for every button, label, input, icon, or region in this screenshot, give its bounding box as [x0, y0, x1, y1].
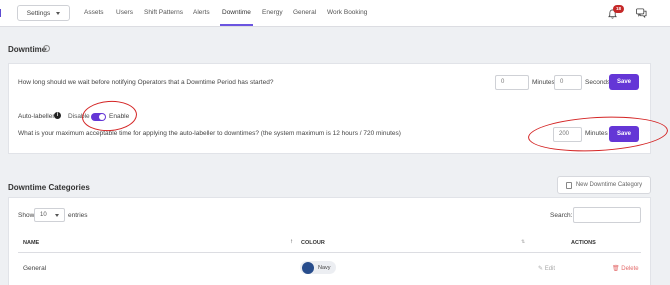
trash-icon: 🗑: [612, 266, 620, 272]
colour-name: Navy: [318, 265, 331, 271]
column-header-name[interactable]: NAME: [23, 240, 39, 246]
show-label: Show: [18, 212, 35, 219]
search-label: Search:: [550, 212, 573, 219]
new-category-label: New Downtime Category: [575, 182, 643, 188]
delete-label: Delete: [621, 266, 639, 272]
tab-general[interactable]: General: [291, 0, 318, 26]
search-input[interactable]: [573, 207, 641, 223]
tab-assets[interactable]: Assets: [82, 0, 106, 26]
notify-minutes-input[interactable]: 0: [495, 75, 529, 90]
info-icon[interactable]: i: [43, 45, 50, 52]
tab-work-booking[interactable]: Work Booking: [325, 0, 369, 26]
sort-ascending-icon[interactable]: ↑: [290, 239, 293, 245]
settings-dropdown[interactable]: Settings: [17, 5, 70, 21]
chevron-down-icon: [56, 11, 61, 15]
edit-label: Edit: [544, 266, 556, 272]
edit-link[interactable]: ✎ Edit: [538, 265, 555, 272]
chat-icon[interactable]: [636, 8, 647, 18]
notification-count-badge: 18: [613, 5, 624, 13]
tab-downtime[interactable]: Downtime: [220, 0, 253, 26]
delete-link[interactable]: 🗑 Delete: [612, 265, 639, 272]
auto-labeller-label: Auto-labeller: [18, 113, 55, 120]
notify-save-button[interactable]: Save: [609, 74, 639, 90]
tab-shift-patterns[interactable]: Shift Patterns: [142, 0, 185, 26]
table-header-divider: [18, 252, 641, 253]
max-time-question: What is your maximum acceptable time for…: [18, 130, 401, 137]
settings-dropdown-label: Settings: [26, 9, 51, 17]
page-size-value: 10: [40, 212, 47, 218]
new-category-button[interactable]: New Downtime Category: [557, 176, 651, 194]
auto-labeller-info-icon[interactable]: i: [54, 112, 61, 119]
tab-energy[interactable]: Energy: [260, 0, 285, 26]
column-header-colour[interactable]: COLOUR: [301, 240, 325, 246]
top-nav-bar: Settings Assets Users Shift Patterns Ale…: [0, 0, 670, 27]
notify-minutes-label: Minutes: [532, 79, 555, 86]
downtime-section-title: Downtime: [8, 45, 47, 54]
notify-seconds-label: Seconds: [585, 79, 611, 86]
sort-icon[interactable]: ⇅: [521, 239, 525, 245]
column-header-actions: ACTIONS: [571, 240, 596, 246]
tab-users[interactable]: Users: [114, 0, 135, 26]
sidebar-toggle-edge[interactable]: [0, 9, 3, 17]
page-size-select[interactable]: 10: [34, 208, 65, 222]
chevron-down-icon: [55, 214, 59, 217]
entries-label: entries: [68, 212, 88, 219]
document-icon: [565, 181, 572, 189]
notify-seconds-input[interactable]: 0: [554, 75, 582, 90]
tab-alerts[interactable]: Alerts: [191, 0, 212, 26]
notify-delay-question: How long should we wait before notifying…: [18, 79, 274, 86]
colour-swatch: [302, 262, 314, 274]
pencil-icon: ✎: [538, 266, 544, 272]
row-category-name: General: [23, 265, 47, 272]
categories-section-title: Downtime Categories: [8, 183, 90, 192]
